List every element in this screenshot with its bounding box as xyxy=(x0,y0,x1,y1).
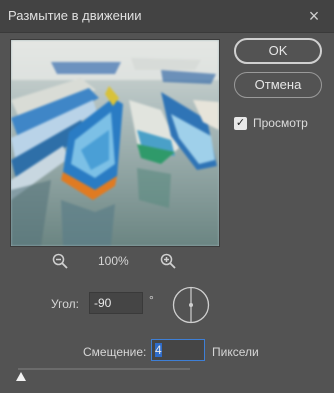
offset-slider[interactable] xyxy=(18,368,190,370)
ok-button[interactable]: OK xyxy=(234,38,322,64)
angle-label: Угол: xyxy=(51,297,79,311)
degree-symbol: ° xyxy=(149,293,154,307)
zoom-in-icon[interactable] xyxy=(160,253,176,269)
window-title: Размытие в движении xyxy=(8,8,142,23)
angle-dial-icon[interactable] xyxy=(172,286,210,324)
zoom-level: 100% xyxy=(98,254,129,268)
angle-input[interactable] xyxy=(89,292,143,314)
preview-image[interactable] xyxy=(10,39,220,247)
offset-input[interactable] xyxy=(151,339,205,361)
preview-checkbox[interactable]: ✓ xyxy=(234,116,247,130)
cancel-button[interactable]: Отмена xyxy=(234,72,322,98)
close-icon[interactable]: × xyxy=(304,6,324,26)
offset-label: Смещение: xyxy=(83,345,147,359)
zoom-out-icon[interactable] xyxy=(52,253,68,269)
preview-label: Просмотр xyxy=(253,116,308,130)
title-bar: Размытие в движении × xyxy=(0,0,334,33)
offset-slider-thumb[interactable] xyxy=(16,372,27,381)
preview-photo xyxy=(11,40,219,246)
preview-toggle[interactable]: ✓ Просмотр xyxy=(234,115,308,131)
offset-unit: Пиксели xyxy=(212,345,259,359)
